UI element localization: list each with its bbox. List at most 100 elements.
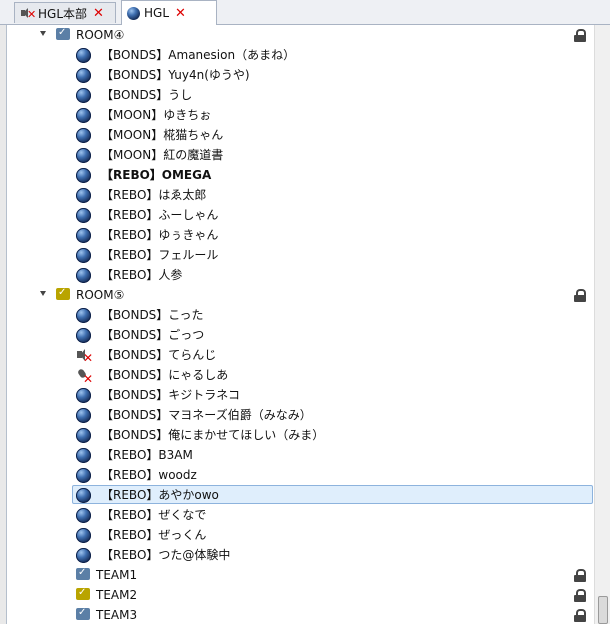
user-status-icon [76,208,91,223]
member-row[interactable]: 【REBO】B3AM [7,445,595,465]
member-name: 【BONDS】ごっつ [101,328,205,342]
member-row[interactable]: 【REBO】つた@体験中 [7,545,595,565]
user-status-icon [76,268,91,283]
member-name: 【REBO】フェルール [101,248,219,262]
user-status-icon [76,528,91,543]
room-name: TEAM3 [96,608,138,622]
member-row[interactable]: 【BONDS】こった [7,305,595,325]
member-row[interactable]: 【REBO】ふーしゃん [7,205,595,225]
user-status-icon [76,468,91,483]
lock-icon [574,589,586,602]
user-status-icon [76,88,91,103]
user-status-icon [76,388,91,403]
member-name: 【BONDS】マヨネーズ伯爵（みなみ） [101,408,312,422]
member-row[interactable]: 【BONDS】キジトラネコ [7,385,595,405]
expand-arrow-icon[interactable] [40,31,46,36]
user-status-icon [76,508,91,523]
member-row[interactable]: 【BONDS】Amanesion（あまね） [7,45,595,65]
member-row[interactable]: 【MOON】椛猫ちゃん [7,125,595,145]
member-row[interactable]: 【REBO】あやかowo [7,485,595,505]
tab-label: HGL本部 [38,6,88,21]
member-name: 【REBO】つた@体験中 [101,548,231,562]
member-name: 【REBO】B3AM [101,448,193,462]
lock-icon [574,569,586,582]
user-status-icon [76,228,91,243]
user-status-icon [76,68,91,83]
room-row[interactable]: ✓ ROOM④ [7,25,595,45]
room-name: TEAM2 [96,588,138,602]
user-status-icon [76,48,91,63]
check-icon: ✓ [58,27,67,38]
check-icon: ✓ [78,567,87,578]
member-row[interactable]: 【BONDS】ごっつ [7,325,595,345]
room-row[interactable]: ✓ TEAM2 [7,585,595,605]
tab-hgl-honbu[interactable]: ✕ HGL本部 ✕ [14,2,116,23]
vertical-scrollbar[interactable] [594,25,610,624]
member-row[interactable]: 【REBO】OMEGA [7,165,595,185]
room-chat-icon: ✓ [76,587,90,600]
room-name: ROOM④ [76,28,125,42]
channel-tree: ✓ ROOM④ 【BONDS】Amanesion（あまね） 【BONDS】Yuy4n(… [6,25,595,624]
user-status-icon [76,408,91,423]
tab-hgl[interactable]: HGL ✕ [121,0,217,25]
tab-bar: ✕ HGL本部 ✕ HGL ✕ [0,0,610,25]
user-status-icon [76,188,91,203]
member-row[interactable]: 【MOON】ゆきちぉ [7,105,595,125]
member-name: 【BONDS】Yuy4n(ゆうや) [101,68,250,82]
muted-speaker-icon: ✕ [20,6,36,20]
member-row[interactable]: 【REBO】フェルール [7,245,595,265]
member-row[interactable]: 【BONDS】マヨネーズ伯爵（みなみ） [7,405,595,425]
blue-ball-icon [127,6,140,20]
member-name: 【REBO】人参 [101,268,183,282]
check-icon: ✓ [78,587,87,598]
lock-icon [574,609,586,622]
user-status-icon [76,308,91,323]
room-row[interactable]: ✓ TEAM3 [7,605,595,624]
room-chat-icon: ✓ [76,567,90,580]
member-name: 【REBO】ふーしゃん [101,208,219,222]
user-status-icon [76,168,91,183]
mic-off-icon: ✕ [76,368,93,385]
member-row[interactable]: ✕ 【BONDS】てらんじ [7,345,595,365]
member-row[interactable]: 【REBO】ぜっくん [7,525,595,545]
check-icon: ✓ [78,607,87,618]
member-name: 【REBO】あやかowo [101,488,219,502]
member-name: 【REBO】ぜっくん [101,528,207,542]
member-row[interactable]: 【MOON】紅の魔道書 [7,145,595,165]
member-name: 【BONDS】俺にまかせてほしい（みま） [101,428,325,442]
user-status-icon [76,548,91,563]
member-name: 【MOON】紅の魔道書 [101,148,224,162]
member-name: 【REBO】ゆぅきゃん [101,228,219,242]
room-row[interactable]: ✓ ROOM⑤ [7,285,595,305]
expand-arrow-icon[interactable] [40,291,46,296]
user-status-icon [76,488,91,503]
member-name: 【BONDS】こった [101,308,204,322]
member-name: 【REBO】OMEGA [101,168,212,182]
member-row[interactable]: 【REBO】woodz [7,465,595,485]
room-row[interactable]: ✓ TEAM1 [7,565,595,585]
member-row[interactable]: 【REBO】はゑ太郎 [7,185,595,205]
room-name: TEAM1 [96,568,138,582]
lock-icon [574,289,586,302]
room-name: ROOM⑤ [76,288,125,302]
member-row[interactable]: 【REBO】ぜくなで [7,505,595,525]
user-status-icon [76,448,91,463]
member-name: 【BONDS】キジトラネコ [101,388,241,402]
user-status-icon [76,428,91,443]
scrollbar-thumb[interactable] [598,596,608,624]
member-row[interactable]: 【BONDS】Yuy4n(ゆうや) [7,65,595,85]
member-row[interactable]: 【BONDS】うし [7,85,595,105]
member-row[interactable]: 【REBO】ゆぅきゃん [7,225,595,245]
member-row[interactable]: ✕ 【BONDS】にゃるしあ [7,365,595,385]
user-status-icon [76,328,91,343]
member-name: 【REBO】はゑ太郎 [101,188,207,202]
member-row[interactable]: 【REBO】人参 [7,265,595,285]
member-name: 【MOON】椛猫ちゃん [101,128,224,142]
member-row[interactable]: 【BONDS】俺にまかせてほしい（みま） [7,425,595,445]
check-icon: ✓ [58,287,67,298]
close-icon[interactable]: ✕ [93,7,104,20]
tab-label: HGL [144,6,170,20]
close-icon[interactable]: ✕ [175,7,186,20]
room-chat-icon: ✓ [56,287,70,300]
member-name: 【BONDS】うし [101,88,193,102]
